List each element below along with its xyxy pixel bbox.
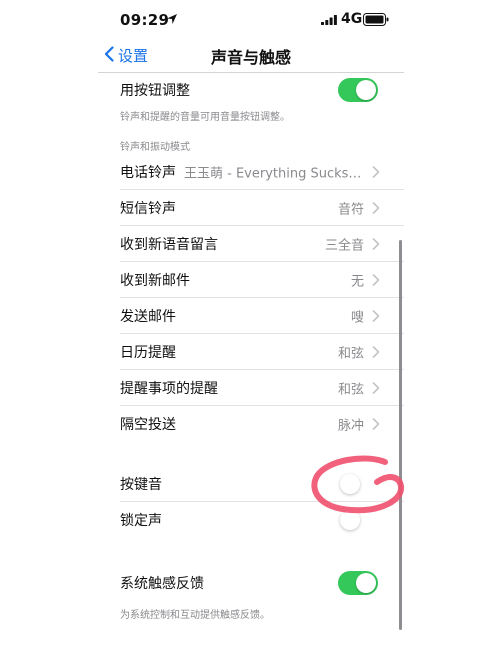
chevron-right-icon: [372, 310, 380, 322]
change-with-buttons-toggle[interactable]: [338, 78, 378, 102]
status-time: 09:29: [120, 11, 170, 29]
row-label: 短信铃声: [120, 201, 176, 217]
row-label: 按键音: [120, 477, 162, 493]
row-ringtone[interactable]: 电话铃声 王玉萌 - Everything Sucks (...: [98, 154, 404, 190]
row-airdrop[interactable]: 隔空投送 脉冲: [98, 406, 404, 442]
row-system-haptics: 系统触感反馈: [98, 565, 404, 601]
row-label: 提醒事项的提醒: [120, 381, 218, 397]
row-label: 锁定声: [120, 513, 162, 529]
battery-icon: [363, 13, 389, 26]
row-value: 和弦: [337, 382, 364, 398]
chevron-right-icon: [372, 418, 380, 430]
chevron-right-icon: [372, 274, 380, 286]
chevron-right-icon: [372, 382, 380, 394]
network-type: 4G: [341, 11, 363, 27]
row-value: 无: [350, 274, 364, 290]
status-bar: 09:29 4G: [0, 0, 500, 40]
system-haptics-toggle[interactable]: [338, 571, 378, 595]
row-label: 系统触感反馈: [120, 576, 204, 592]
row-new-voicemail[interactable]: 收到新语音留言 三全音: [98, 226, 404, 262]
page-title: 声音与触感: [210, 48, 291, 67]
volume-footer-note: 铃声和提醒的音量可用音量按钮调整。: [120, 112, 290, 123]
settings-list: 用按钮调整 铃声和提醒的音量可用音量按钮调整。 铃声和振动模式 电话铃声 王玉萌…: [98, 72, 404, 648]
row-label: 隔空投送: [120, 417, 176, 433]
row-reminder-alerts[interactable]: 提醒事项的提醒 和弦: [98, 370, 404, 406]
scrollbar[interactable]: [399, 240, 402, 630]
row-value: 三全音: [324, 238, 364, 254]
row-value: 脉冲: [337, 418, 364, 434]
hand-drawn-circle-annotation: [311, 455, 405, 514]
chevron-right-icon: [372, 238, 380, 250]
chevron-right-icon: [372, 202, 380, 214]
location-arrow-icon: [167, 14, 177, 24]
row-label: 用按钮调整: [120, 83, 190, 99]
navigation-bar: 设置 声音与触感: [98, 40, 404, 72]
row-label: 收到新邮件: [120, 273, 190, 289]
row-label: 电话铃声: [120, 165, 176, 181]
row-value: 和弦: [337, 346, 364, 362]
haptics-footer-note: 为系统控制和互动提供触感反馈。: [120, 610, 270, 621]
row-value: 王玉萌 - Everything Sucks (...: [184, 166, 364, 182]
row-change-with-buttons: 用按钮调整: [98, 72, 404, 108]
chevron-right-icon: [372, 166, 380, 178]
row-value: 音符: [337, 202, 364, 218]
row-value: 嗖: [350, 310, 364, 326]
row-text-tone[interactable]: 短信铃声 音符: [98, 190, 404, 226]
chevron-right-icon: [372, 346, 380, 358]
row-label: 发送邮件: [120, 309, 176, 325]
cellular-signal-icon: [321, 15, 337, 25]
row-calendar-alerts[interactable]: 日历提醒 和弦: [98, 334, 404, 370]
row-label: 收到新语音留言: [120, 237, 218, 253]
row-label: 日历提醒: [120, 345, 176, 361]
row-new-mail[interactable]: 收到新邮件 无: [98, 262, 404, 298]
row-sent-mail[interactable]: 发送邮件 嗖: [98, 298, 404, 334]
section-header-ringtones: 铃声和振动模式: [120, 142, 190, 153]
